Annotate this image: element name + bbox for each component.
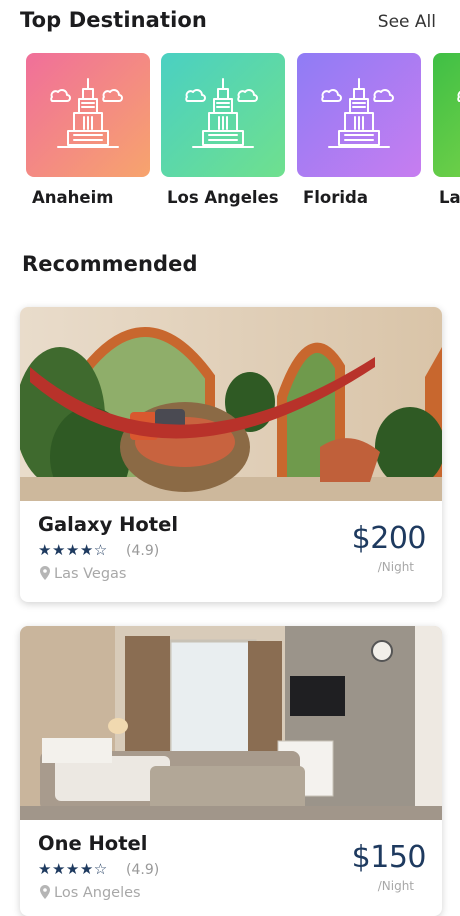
city-building-icon bbox=[321, 78, 394, 148]
hotel-name: One Hotel bbox=[38, 832, 148, 855]
hotel-price: $200 bbox=[351, 521, 427, 556]
destination-tile bbox=[433, 53, 460, 177]
price-unit: /Night bbox=[377, 560, 414, 574]
destination-tile bbox=[26, 53, 150, 177]
destination-name: Florida bbox=[303, 188, 369, 207]
destination-card-los-angeles[interactable]: Los Angeles bbox=[161, 53, 285, 207]
hotel-card[interactable]: One Hotel ★★★★☆ (4.9) Los Angeles $150 /… bbox=[20, 626, 442, 916]
destination-name: Anaheim bbox=[32, 188, 114, 207]
city-building-icon bbox=[185, 78, 258, 148]
destination-carousel[interactable]: Anaheim Los Angeles Florida La bbox=[26, 53, 460, 223]
hotel-price: $150 bbox=[351, 840, 427, 875]
destination-card-anaheim[interactable]: Anaheim bbox=[26, 53, 150, 207]
destination-card-florida[interactable]: Florida bbox=[297, 53, 421, 207]
destination-name: Los Angeles bbox=[167, 188, 279, 207]
star-rating-icon: ★★★★☆ bbox=[38, 860, 108, 878]
rating-value: (4.9) bbox=[126, 543, 160, 559]
destination-card-la[interactable]: La bbox=[433, 53, 460, 207]
hotel-location: Las Vegas bbox=[40, 566, 127, 582]
city-building-icon bbox=[457, 90, 460, 102]
hotel-photo bbox=[20, 626, 442, 820]
location-text: Los Angeles bbox=[54, 885, 141, 901]
recommended-title: Recommended bbox=[22, 252, 198, 276]
destination-name: La bbox=[439, 188, 460, 207]
hotel-photo bbox=[20, 307, 442, 501]
see-all-link[interactable]: See All bbox=[378, 12, 436, 32]
hotel-name: Galaxy Hotel bbox=[38, 513, 179, 536]
hotel-location: Los Angeles bbox=[40, 885, 141, 901]
hotel-card[interactable]: Galaxy Hotel ★★★★☆ (4.9) Las Vegas $200 … bbox=[20, 307, 442, 602]
star-rating-icon: ★★★★☆ bbox=[38, 541, 108, 559]
destination-tile bbox=[161, 53, 285, 177]
top-destination-title: Top Destination bbox=[20, 8, 207, 32]
location-pin-icon bbox=[40, 885, 50, 899]
destination-tile bbox=[297, 53, 421, 177]
location-text: Las Vegas bbox=[54, 566, 127, 582]
rating-value: (4.9) bbox=[126, 862, 160, 878]
city-building-icon bbox=[50, 78, 123, 148]
location-pin-icon bbox=[40, 566, 50, 580]
price-unit: /Night bbox=[377, 879, 414, 893]
